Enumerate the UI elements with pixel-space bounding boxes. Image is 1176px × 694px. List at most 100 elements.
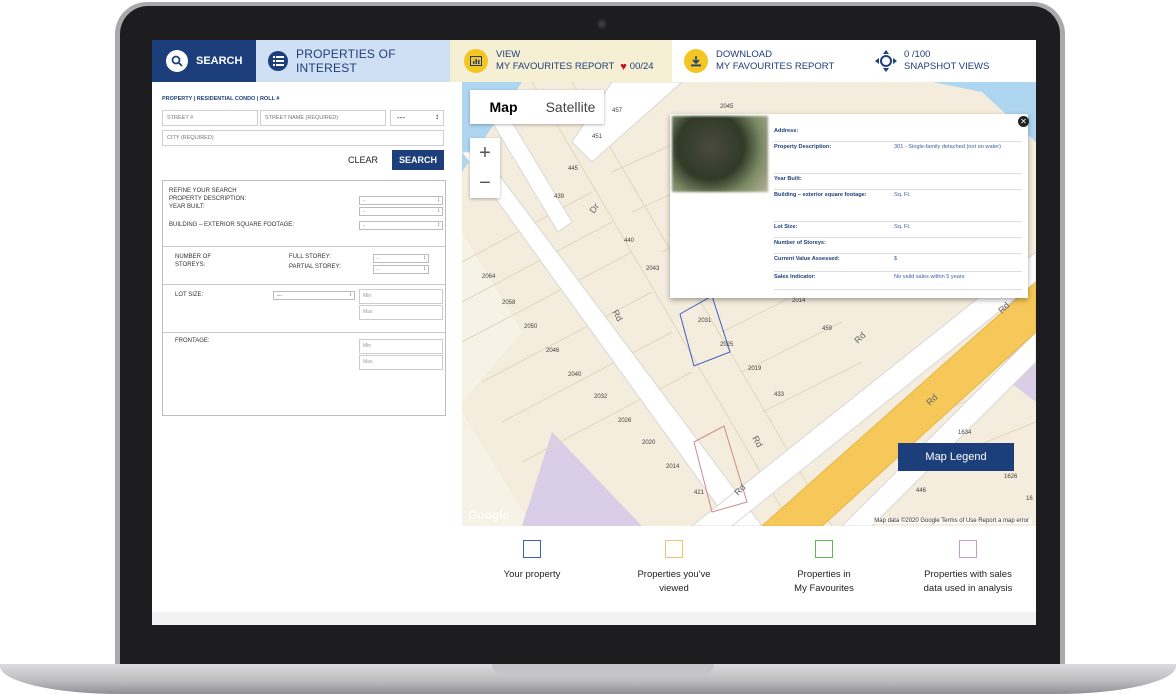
- svg-text:433: 433: [774, 392, 785, 398]
- close-popup-icon[interactable]: ✕: [1018, 116, 1029, 127]
- tab-download-favourites-report[interactable]: DOWNLOAD MY FAVOURITES REPORT: [672, 40, 866, 82]
- year-built-select[interactable]: -: [359, 207, 443, 216]
- street-number-input[interactable]: STREET #: [162, 110, 258, 126]
- refine-section-storeys: NUMBER OF STOREYS: FULL STOREY: - PARTIA…: [163, 247, 445, 285]
- svg-text:2043: 2043: [646, 266, 660, 272]
- svg-text:445: 445: [568, 166, 579, 172]
- svg-text:2014: 2014: [792, 298, 806, 304]
- search-button[interactable]: SEARCH: [392, 150, 444, 170]
- lot-size-label: LOT SIZE:: [175, 292, 204, 298]
- popup-row-value: [894, 128, 1022, 141]
- full-storey-select[interactable]: -: [373, 254, 429, 263]
- svg-text:2045: 2045: [720, 104, 734, 110]
- popup-row: Year Built:: [774, 176, 1022, 190]
- crumb-roll[interactable]: ROLL #: [260, 96, 279, 102]
- map-view-button[interactable]: Map: [470, 90, 537, 124]
- search-icon: [166, 50, 188, 72]
- tab-snapshot-views[interactable]: 0 /100 SNAPSHOT VIEWS: [866, 40, 1036, 82]
- svg-text:2026: 2026: [618, 418, 632, 424]
- heart-icon: ♥: [620, 61, 627, 73]
- property-description-label: PROPERTY DESCRIPTION:: [169, 196, 247, 202]
- map-attribution[interactable]: Map data ©2020 Google Terms of Use Repor…: [871, 518, 1032, 524]
- satellite-view-button[interactable]: Satellite: [537, 90, 604, 124]
- svg-text:2020: 2020: [642, 440, 656, 446]
- frontage-min-input[interactable]: Min: [359, 339, 443, 354]
- list-icon: [268, 51, 288, 71]
- svg-text:439: 439: [554, 194, 565, 200]
- svg-text:446: 446: [916, 488, 927, 494]
- top-navigation: SEARCH PROPERTIES OF INTEREST VIEW MY FA…: [152, 40, 1036, 82]
- popup-row-value: Sq. Ft.: [894, 224, 911, 230]
- crumb-property[interactable]: PROPERTY: [162, 96, 192, 102]
- select-arrows-icon: ↕: [435, 112, 439, 121]
- tab-search[interactable]: SEARCH: [152, 40, 256, 82]
- popup-row-key: Property Description:: [774, 144, 832, 150]
- tab-properties-of-interest[interactable]: PROPERTIES OF INTEREST: [256, 40, 450, 82]
- compass-arrows-icon: [874, 49, 898, 73]
- svg-text:2058: 2058: [502, 300, 516, 306]
- view-label: VIEW: [496, 49, 521, 60]
- city-input[interactable]: CITY (REQUIRED): [162, 130, 444, 146]
- popup-row: Lot Size: Sq. Ft.: [774, 224, 1022, 238]
- tab-view-favourites-report[interactable]: VIEW MY FAVOURITES REPORT ♥ 00/24: [450, 40, 672, 82]
- map-legend-button[interactable]: Map Legend: [898, 443, 1014, 471]
- clear-button[interactable]: CLEAR: [340, 150, 386, 170]
- popup-row-value: $: [894, 256, 898, 262]
- download-label: DOWNLOAD: [716, 49, 772, 60]
- building-footage-label: BUILDING – EXTERIOR SQUARE FOOTAGE:: [169, 222, 294, 228]
- full-storey-label: FULL STOREY:: [289, 254, 332, 260]
- popup-row-key: Lot Size:: [774, 224, 798, 230]
- popup-row-key: Address:: [774, 128, 799, 134]
- app-screen: SEARCH PROPERTIES OF INTEREST VIEW MY FA…: [152, 40, 1036, 625]
- map-type-toggle: Map Satellite: [470, 90, 604, 124]
- snapshot-label: SNAPSHOT VIEWS: [904, 61, 990, 72]
- download-report-label: MY FAVOURITES REPORT: [716, 61, 835, 72]
- lot-size-select[interactable]: ---: [273, 291, 355, 300]
- popup-row: Property Description: 301 - Single-family…: [774, 144, 1022, 174]
- crumb-residential-condo[interactable]: RESIDENTIAL CONDO: [197, 96, 256, 102]
- search-type-breadcrumb: PROPERTY | RESIDENTIAL CONDO | ROLL #: [162, 96, 280, 102]
- svg-text:2040: 2040: [568, 372, 582, 378]
- svg-text:1634: 1634: [958, 430, 972, 436]
- popup-row-value: [894, 240, 1022, 253]
- svg-text:2064: 2064: [482, 274, 496, 280]
- svg-text:457: 457: [612, 108, 623, 114]
- popup-row: Sales Indicator: No valid sales within 5 …: [774, 274, 1022, 290]
- svg-text:2014: 2014: [666, 464, 680, 470]
- popup-row-value: 301 - Single-family detached (not on wat…: [894, 144, 1001, 150]
- legend-label: Properties with sales data used in analy…: [923, 569, 1013, 594]
- lot-size-min-input[interactable]: Min: [359, 289, 443, 304]
- popup-row: Current Value Assessed: $: [774, 256, 1022, 272]
- property-description-select[interactable]: -: [359, 196, 443, 205]
- street-type-value: ---: [397, 113, 405, 122]
- webcam-icon: [597, 19, 607, 29]
- popup-row-value: No valid sales within 5 years: [894, 274, 965, 280]
- frontage-label: FRONTAGE:: [175, 338, 210, 344]
- legend-item-viewed: Properties you've viewed: [604, 540, 744, 596]
- number-of-storeys-label: NUMBER OF STOREYS:: [175, 254, 211, 268]
- zoom-out-button[interactable]: −: [470, 168, 500, 198]
- svg-text:451: 451: [592, 134, 603, 140]
- svg-text:2031: 2031: [698, 318, 712, 324]
- property-map[interactable]: 457 2045 451 445 439 440 2043 2064 2058 2050 20…: [462, 82, 1036, 526]
- frontage-max-input[interactable]: Max: [359, 355, 443, 370]
- street-name-input[interactable]: STREET NAME (REQUIRED): [260, 110, 386, 126]
- svg-text:2019: 2019: [748, 366, 762, 372]
- tab-properties-label: PROPERTIES OF INTEREST: [296, 47, 396, 75]
- popup-row-key: Current Value Assessed:: [774, 256, 840, 262]
- legend-item-sales-data: Properties with sales data used in analy…: [898, 540, 1036, 596]
- svg-text:16: 16: [1026, 496, 1033, 502]
- zoom-in-button[interactable]: +: [470, 138, 500, 168]
- building-footage-select[interactable]: -: [359, 221, 443, 230]
- view-report-label: MY FAVOURITES REPORT: [496, 61, 615, 72]
- tab-search-label: SEARCH: [196, 55, 243, 67]
- legend-swatch: [959, 540, 977, 558]
- lot-size-max-input[interactable]: Max: [359, 305, 443, 320]
- street-type-select[interactable]: --- ↕: [390, 110, 444, 126]
- screen-footer: [152, 612, 1036, 625]
- property-legend: Your property Properties you've viewed P…: [462, 540, 1036, 620]
- svg-text:2046: 2046: [546, 348, 560, 354]
- partial-storey-select[interactable]: -: [373, 265, 429, 274]
- download-icon: [684, 49, 708, 73]
- popup-row-value: Sq. Ft.: [894, 192, 911, 198]
